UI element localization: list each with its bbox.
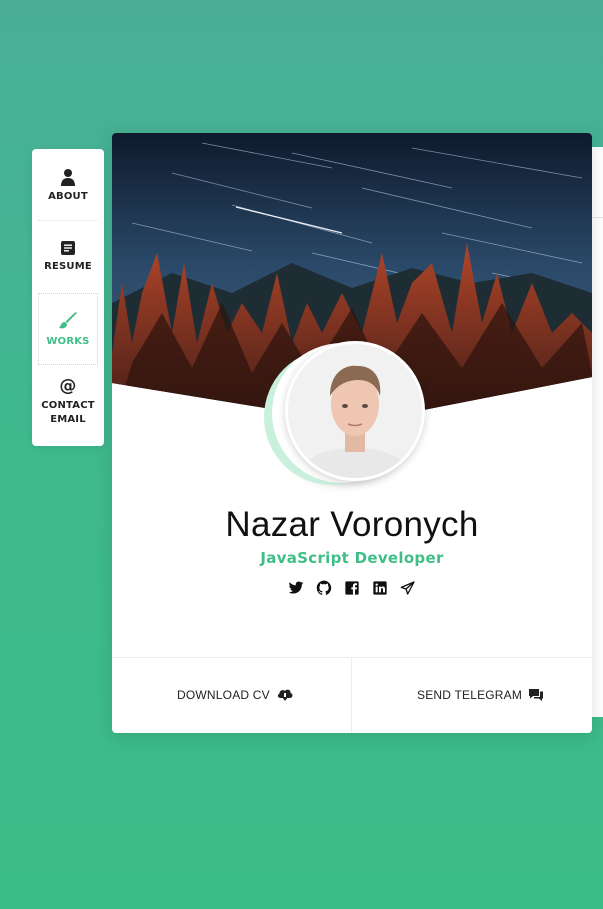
download-cv-label: DOWNLOAD CV [177, 688, 270, 702]
nav-label-about: ABOUT [48, 191, 88, 202]
nav-item-works[interactable]: WORKS [38, 293, 98, 365]
profile-name: Nazar Voronych [225, 505, 479, 544]
adjacent-panel-divider [592, 217, 603, 218]
svg-text:@: @ [59, 376, 76, 394]
send-telegram-button[interactable]: SEND TELEGRAM [417, 685, 544, 705]
portrait-image [288, 344, 422, 478]
document-icon [61, 241, 75, 255]
actions-divider [351, 657, 352, 733]
nav-item-resume[interactable]: RESUME [32, 221, 104, 293]
nav-item-about[interactable]: ABOUT [32, 149, 104, 221]
nav-label-works: WORKS [46, 336, 90, 347]
at-icon: @ [59, 376, 76, 394]
facebook-icon[interactable] [344, 580, 360, 596]
nav-item-contact-email[interactable]: @ CONTACT EMAIL [32, 365, 104, 446]
twitter-icon[interactable] [288, 580, 304, 596]
user-icon [61, 169, 75, 186]
download-cv-button[interactable]: DOWNLOAD CV [177, 685, 294, 705]
profile-card: Nazar Voronych JavaScript Developer DOWN… [112, 133, 592, 733]
side-nav: ABOUT RESUME WORKS @ CONTACT EMAIL [32, 149, 104, 446]
github-icon[interactable] [316, 580, 332, 596]
send-telegram-label: SEND TELEGRAM [417, 688, 523, 702]
cloud-download-icon [277, 689, 293, 701]
telegram-icon[interactable] [400, 580, 416, 596]
avatar [285, 341, 425, 481]
brush-icon [59, 312, 77, 329]
nav-label-contact: CONTACT [41, 400, 95, 411]
nav-label-email: EMAIL [50, 414, 86, 425]
chat-icon [529, 689, 544, 701]
linkedin-icon[interactable] [372, 580, 388, 596]
profile-role: JavaScript Developer [260, 549, 444, 567]
nav-label-resume: RESUME [44, 261, 92, 272]
social-links [284, 580, 420, 596]
